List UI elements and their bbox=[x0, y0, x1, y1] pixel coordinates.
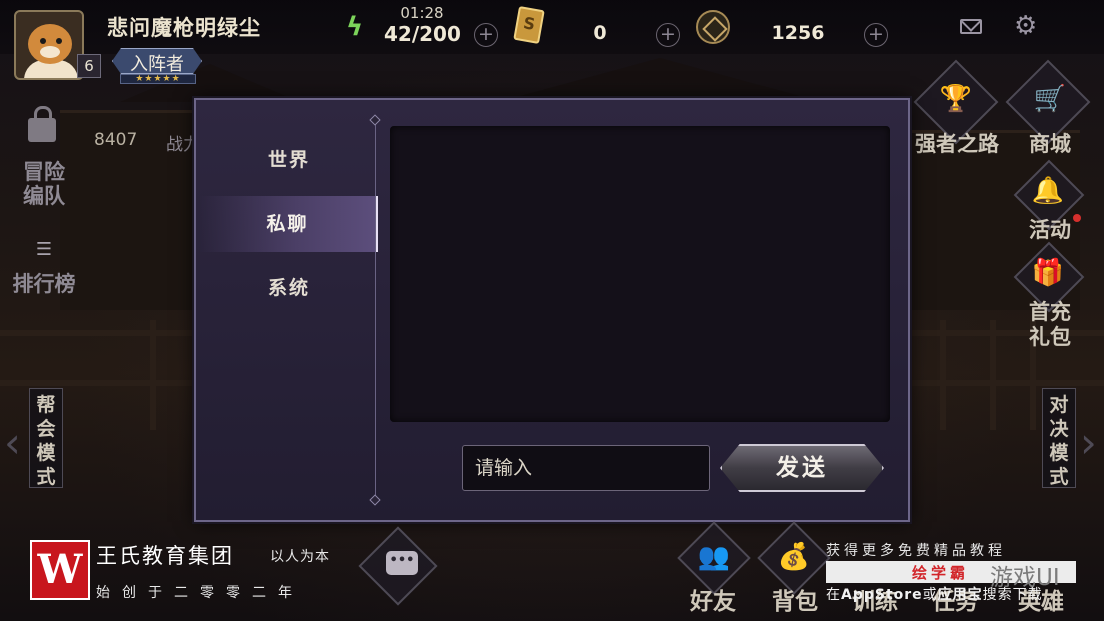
bell-icon: 🔔 bbox=[1031, 176, 1065, 206]
rank-stars: ★★★★★ bbox=[120, 74, 196, 84]
lock-icon bbox=[28, 106, 56, 142]
energy-icon: ϟ bbox=[346, 12, 364, 42]
trophy-icon: 🏆 bbox=[939, 84, 973, 114]
card-count: 0 bbox=[593, 22, 607, 44]
watermark-brand: 绘学霸 bbox=[912, 564, 970, 582]
strong-road-button[interactable]: 强者之路 bbox=[914, 132, 1000, 157]
dl-yingyongbao: 应用宝 bbox=[937, 587, 983, 603]
rank-title: 入阵者 bbox=[130, 54, 184, 75]
tab-world[interactable]: 世界 bbox=[200, 132, 378, 188]
ranking-list-icon: ☰ bbox=[35, 239, 53, 260]
first-recharge-label-1: 首充 bbox=[1029, 300, 1071, 324]
activity-notification-dot bbox=[1073, 214, 1081, 222]
shop-button[interactable]: 商城 bbox=[1018, 132, 1082, 157]
first-recharge-button[interactable]: 首充 礼包 bbox=[1022, 300, 1078, 350]
bag-icon: 💰 bbox=[777, 542, 811, 572]
coin-count: 1256 bbox=[771, 22, 825, 44]
avatar-eye bbox=[56, 38, 62, 44]
add-stamina-button[interactable]: + bbox=[474, 23, 498, 47]
logo-w-glyph: W bbox=[37, 546, 83, 593]
dl-or: 或 bbox=[922, 587, 938, 603]
stamina-timer: 01:28 bbox=[400, 4, 444, 22]
watermark-tagline: 获得更多免费精品教程 bbox=[826, 543, 1006, 559]
watermark-download-line: 在AppStore或应用宝搜索下载 bbox=[826, 584, 1043, 604]
bg-post bbox=[150, 320, 156, 430]
bg-post bbox=[990, 320, 996, 430]
right-arrow-icon[interactable]: › bbox=[1080, 418, 1097, 467]
send-button[interactable]: 发送 bbox=[720, 444, 884, 492]
team-label-1: 冒险 bbox=[23, 160, 65, 184]
cart-icon: 🛒 bbox=[1033, 84, 1067, 114]
player-level: 6 bbox=[77, 54, 101, 78]
chat-bubble-icon[interactable]: ••• bbox=[386, 551, 418, 575]
ranking-button[interactable]: 排行榜 bbox=[12, 272, 76, 296]
first-recharge-label-2: 礼包 bbox=[1029, 325, 1071, 349]
tab-system[interactable]: 系统 bbox=[200, 260, 378, 316]
watermark-slogan: 以人为本 bbox=[270, 549, 330, 565]
guild-mode-button[interactable]: 帮会模式 bbox=[29, 388, 63, 488]
power-value: 8407 bbox=[94, 130, 138, 150]
player-name: 悲问魔枪明绿尘 bbox=[107, 16, 261, 40]
tab-divider bbox=[375, 120, 376, 500]
watermark-subtitle: 始创于二零零二年 bbox=[96, 585, 304, 601]
bg-roof bbox=[520, 58, 800, 96]
friends-icon: 👥 bbox=[697, 542, 731, 572]
duel-mode-button[interactable]: 对决模式 bbox=[1042, 388, 1076, 488]
gear-icon[interactable]: ⚙ bbox=[1014, 13, 1037, 39]
avatar-eye bbox=[40, 38, 46, 44]
team-button[interactable]: 冒险 编队 bbox=[16, 160, 72, 208]
add-coin-button[interactable]: + bbox=[864, 23, 888, 47]
avatar-snout bbox=[40, 46, 60, 58]
rank-badge: 入阵者 ★★★★★ bbox=[106, 48, 208, 84]
add-card-button[interactable]: + bbox=[656, 23, 680, 47]
stamina-value: 42/200 bbox=[384, 22, 461, 46]
divider-cap-top bbox=[369, 114, 381, 126]
game-screen: 6 悲问魔枪明绿尘 入阵者 ★★★★★ ϟ 01:28 42/200 + S 0… bbox=[0, 0, 1104, 621]
avatar-face bbox=[28, 24, 72, 64]
left-arrow-icon[interactable]: ‹ bbox=[4, 418, 21, 467]
gift-icon: 🎁 bbox=[1031, 258, 1065, 288]
tab-private-chat[interactable]: 私聊 bbox=[200, 196, 378, 252]
team-label-2: 编队 bbox=[23, 184, 65, 208]
chat-dialog: 世界 私聊 系统 请输入 发送 bbox=[194, 98, 910, 522]
dl-suffix: 搜索下载 bbox=[982, 587, 1043, 603]
watermark-title: 王氏教育集团 bbox=[96, 544, 234, 568]
send-button-label: 发送 bbox=[776, 455, 828, 481]
bag-button[interactable]: 背包 bbox=[772, 582, 818, 616]
coin-icon bbox=[696, 10, 730, 44]
mail-icon[interactable] bbox=[960, 19, 982, 34]
dl-appstore: AppStore bbox=[841, 587, 923, 603]
player-avatar[interactable] bbox=[14, 10, 84, 80]
divider-cap-bottom bbox=[369, 494, 381, 506]
bg-post bbox=[940, 320, 946, 430]
chat-input[interactable]: 请输入 bbox=[462, 445, 710, 491]
activity-button[interactable]: 活动 bbox=[1022, 218, 1078, 243]
chat-message-area[interactable] bbox=[390, 126, 890, 422]
wangshi-logo: W bbox=[30, 540, 90, 600]
dl-prefix: 在 bbox=[826, 587, 841, 603]
friends-button[interactable]: 好友 bbox=[690, 582, 736, 616]
